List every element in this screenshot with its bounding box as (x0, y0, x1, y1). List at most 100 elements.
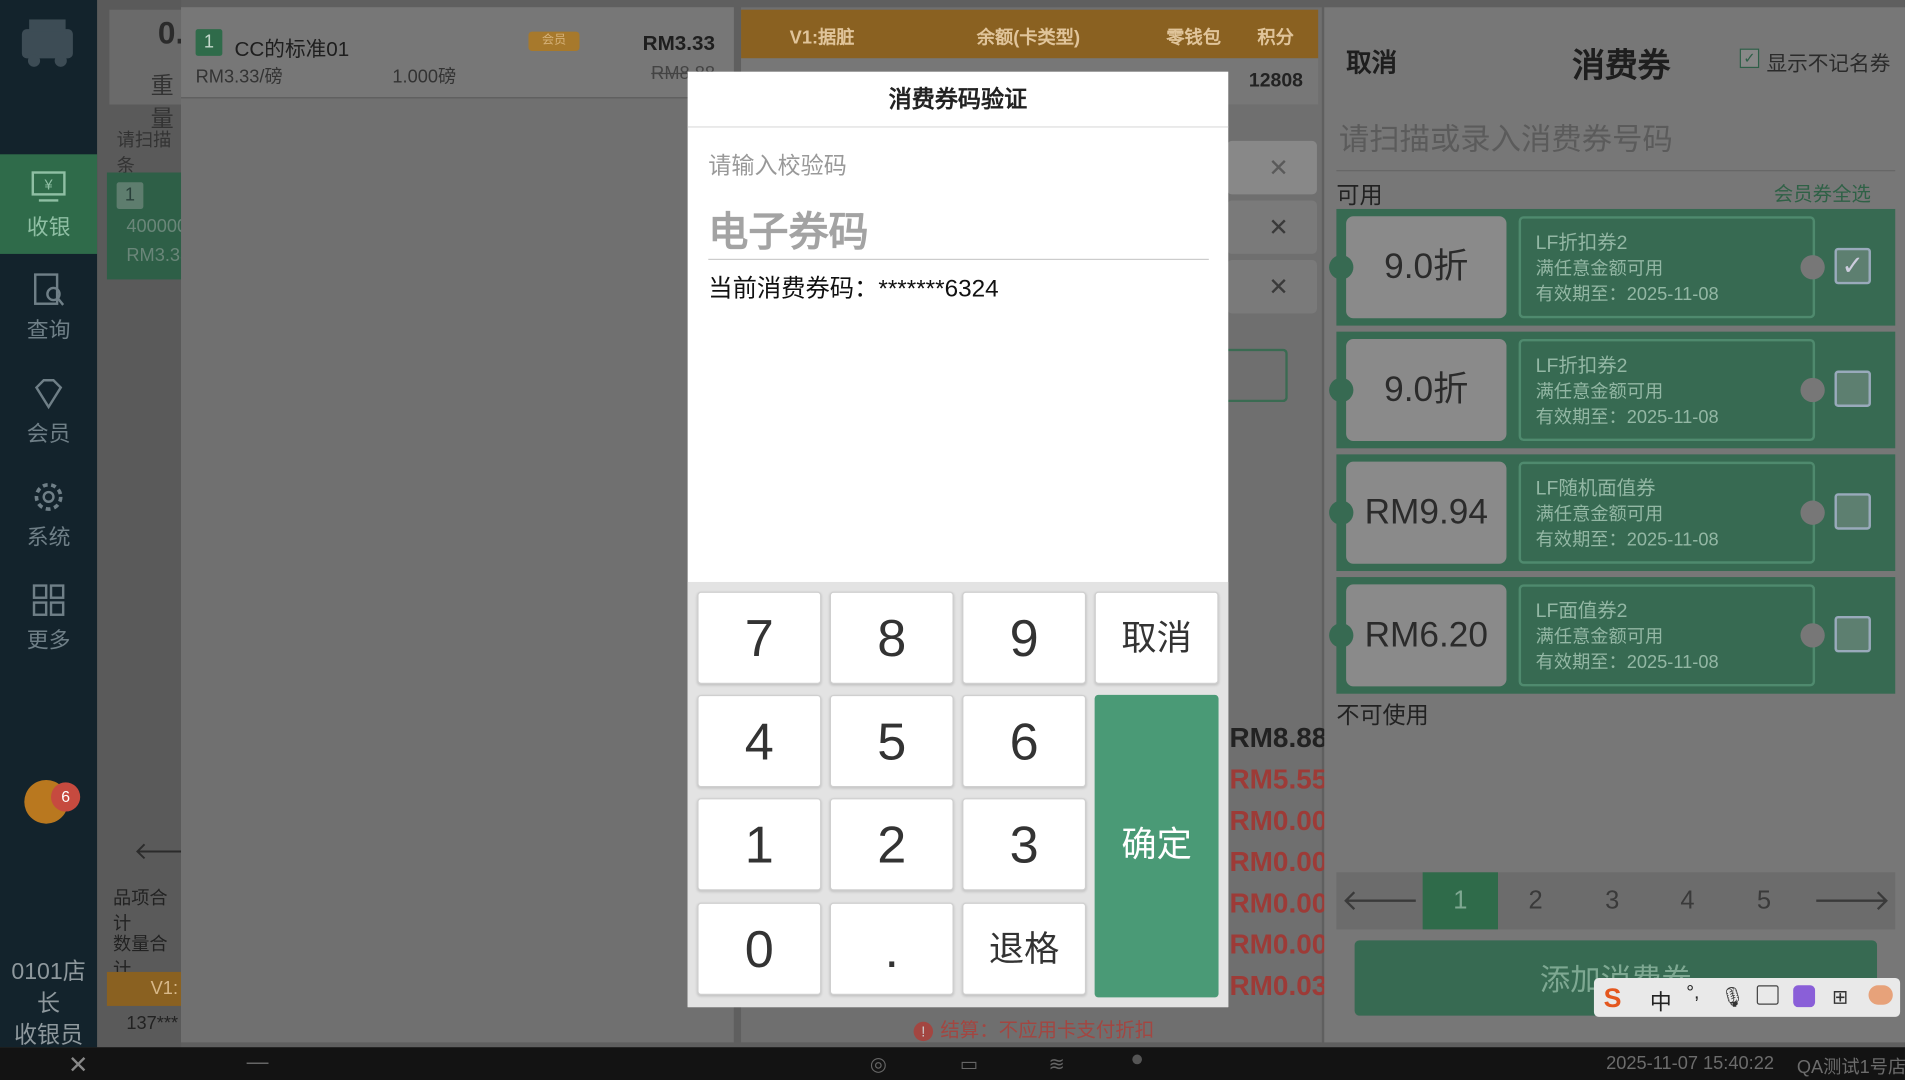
store-user-info: 0101店长 收银员 (0, 957, 97, 1052)
sogou-logo-icon[interactable]: S (1604, 983, 1631, 1013)
keypad-cancel-button[interactable]: 取消 (1094, 591, 1219, 684)
system-taskbar: ✕ — ◎ ▭ ≋ 2025-11-07 15:40:22 QA测试1号店 (0, 1047, 1905, 1080)
keyboard-icon[interactable] (1756, 985, 1779, 1005)
close-icon[interactable]: ✕ (1268, 272, 1288, 302)
key-5[interactable]: 5 (829, 694, 954, 788)
close-icon[interactable]: ✕ (1268, 153, 1288, 183)
coupon-condition: 满任意金额可用 (1535, 258, 1664, 280)
page-2[interactable]: 2 (1498, 872, 1573, 929)
order-unit-price: RM3.33/磅 (195, 66, 283, 88)
left-summary-column: 0. 重量 请扫描条 1 400000 RM3.33 🡐 品项合计 数量合计 V… (97, 0, 199, 1048)
payment-row[interactable]: ✕ (1227, 140, 1317, 195)
summary-value: RM0.00 (1229, 845, 1328, 878)
order-qty: 1.000磅 (392, 66, 457, 88)
card-number: 137*** (126, 1013, 179, 1034)
e-coupon-code-input[interactable] (708, 204, 1209, 260)
diamond-icon (34, 379, 63, 410)
dialog-title: 消费券码验证 (687, 72, 1229, 128)
nav-label: 更多 (26, 628, 71, 653)
summary-value: RM0.00 (1229, 804, 1328, 836)
toolbox-grid-icon[interactable]: ⊞ (1832, 985, 1848, 1009)
payment-row[interactable]: ✕ (1227, 200, 1317, 254)
key-7[interactable]: 7 (697, 591, 822, 684)
nav-query[interactable]: 查询 (0, 258, 97, 358)
key-2[interactable]: 2 (829, 798, 954, 891)
payment-input[interactable] (1227, 348, 1288, 403)
current-coupon-code: 当前消费券码：*******6324 (708, 275, 999, 303)
key-3[interactable]: 3 (962, 798, 1087, 891)
mascot-icon[interactable] (1868, 985, 1893, 1005)
coupon-checkbox[interactable] (1834, 370, 1871, 407)
coupon-checkbox[interactable] (1834, 615, 1871, 653)
nav-member[interactable]: 会员 (0, 361, 97, 461)
page-1[interactable]: 1 (1422, 872, 1498, 930)
alert-icon: ! (913, 1021, 934, 1042)
key-8[interactable]: 8 (829, 591, 954, 684)
prev-page-arrow-icon[interactable]: 🡐 (1341, 872, 1419, 929)
minimize-icon[interactable]: — (247, 1050, 269, 1076)
summary-value: RM5.55 (1229, 762, 1328, 795)
available-label: 可用 (1336, 183, 1383, 209)
summary-total: RM8.88 (1229, 721, 1328, 754)
payment-row[interactable]: ✕ (1227, 259, 1317, 314)
coupon-checkbox-checked[interactable]: ✓ (1834, 247, 1871, 285)
sidebar: ¥ 收银 查询 会员 系统 更多 6 0101店长 收银员 (0, 0, 98, 1048)
coupon-search-input[interactable]: 请扫描或录入消费券号码 (1336, 103, 1896, 172)
microphone-icon[interactable]: 🎙 (1720, 985, 1745, 1009)
weight-label: 重量 (150, 74, 174, 133)
globe-icon: ◎ (869, 1054, 887, 1076)
member-table-header: V1:据脏 余额(卡类型) 零钱包 积分 (741, 9, 1319, 59)
key-1[interactable]: 1 (697, 798, 822, 891)
warning-text: 结算：不应用卡支付折扣 (940, 1020, 1155, 1042)
nav-label: 查询 (26, 318, 71, 343)
coupon-card[interactable]: RM6.20 LF面值券2 满任意金额可用 有效期至：2025-11-08 (1329, 577, 1896, 694)
total-items-label: 品项合计 (112, 888, 168, 935)
coupon-expiry: 有效期至：2025-11-08 (1535, 652, 1719, 674)
member-badge: 会员 (528, 31, 580, 52)
order-line-item[interactable]: 1 CC的标准01 会员 RM3.33 RM3.33/磅 1.000磅 RM8.… (181, 7, 734, 99)
key-9[interactable]: 9 (962, 591, 1087, 684)
show-unregistered-checkbox[interactable]: ✓ (1739, 48, 1760, 69)
coupon-cancel-button[interactable]: 取消 (1346, 44, 1397, 80)
summary-value: RM0.03 (1229, 969, 1328, 1002)
ime-punct[interactable]: °, (1686, 983, 1699, 1005)
confirm-button[interactable]: 确定 (1094, 694, 1219, 998)
coupon-checkbox[interactable] (1834, 493, 1871, 530)
coupon-card[interactable]: 9.0折 LF折扣券2 满任意金额可用 有效期至：2025-11-08 (1329, 331, 1896, 449)
backspace-button[interactable]: 退格 (962, 902, 1087, 996)
coupon-amount: RM9.94 (1346, 461, 1507, 564)
ime-lang[interactable]: 中 (1650, 985, 1672, 1017)
app-logo (17, 15, 78, 78)
nav-system[interactable]: 系统 (0, 464, 97, 564)
close-icon[interactable]: ✕ (68, 1050, 88, 1080)
next-page-arrow-icon[interactable]: 🡒 (1813, 872, 1891, 929)
close-icon[interactable]: ✕ (1268, 213, 1288, 243)
nav-label: 会员 (26, 421, 71, 446)
page-4[interactable]: 4 (1650, 872, 1725, 929)
summary-value: RM0.00 (1229, 928, 1328, 960)
grid-icon (32, 584, 65, 616)
coupon-card[interactable]: RM9.94 LF随机面值券 满任意金额可用 有效期至：2025-11-08 (1329, 454, 1896, 572)
verify-code-label: 请输入校验码 (708, 154, 847, 180)
key-0[interactable]: 0 (697, 902, 822, 996)
search-doc-icon (34, 273, 65, 306)
summary-value: RM0.00 (1229, 886, 1328, 919)
scan-label: 请扫描条 (116, 129, 172, 177)
coupon-panel-header: 取消 消费券 ✓ 显示不记名券 (1334, 22, 1895, 97)
skin-icon[interactable] (1793, 985, 1816, 1008)
page-5[interactable]: 5 (1726, 872, 1801, 929)
coupon-pagination: 🡐 1 2 3 4 5 🡒 (1336, 872, 1896, 930)
select-all-member-coupons[interactable]: 会员券全选 (1774, 177, 1871, 206)
order-index: 1 (195, 29, 223, 56)
header-wallet: 零钱包 (1166, 27, 1221, 49)
header-points: 积分 (1257, 27, 1294, 49)
nav-more[interactable]: 更多 (0, 567, 97, 667)
key-6[interactable]: 6 (962, 694, 1087, 788)
show-unregistered-label: 显示不记名券 (1766, 52, 1891, 76)
page-3[interactable]: 3 (1575, 872, 1650, 929)
coupon-expiry: 有效期至：2025-11-08 (1535, 406, 1719, 428)
nav-cashier[interactable]: ¥ 收银 (0, 154, 98, 254)
key-decimal[interactable]: . (829, 902, 954, 996)
key-4[interactable]: 4 (697, 694, 822, 788)
coupon-card[interactable]: 9.0折 LF折扣券2 满任意金额可用 有效期至：2025-11-08 ✓ (1329, 208, 1896, 326)
